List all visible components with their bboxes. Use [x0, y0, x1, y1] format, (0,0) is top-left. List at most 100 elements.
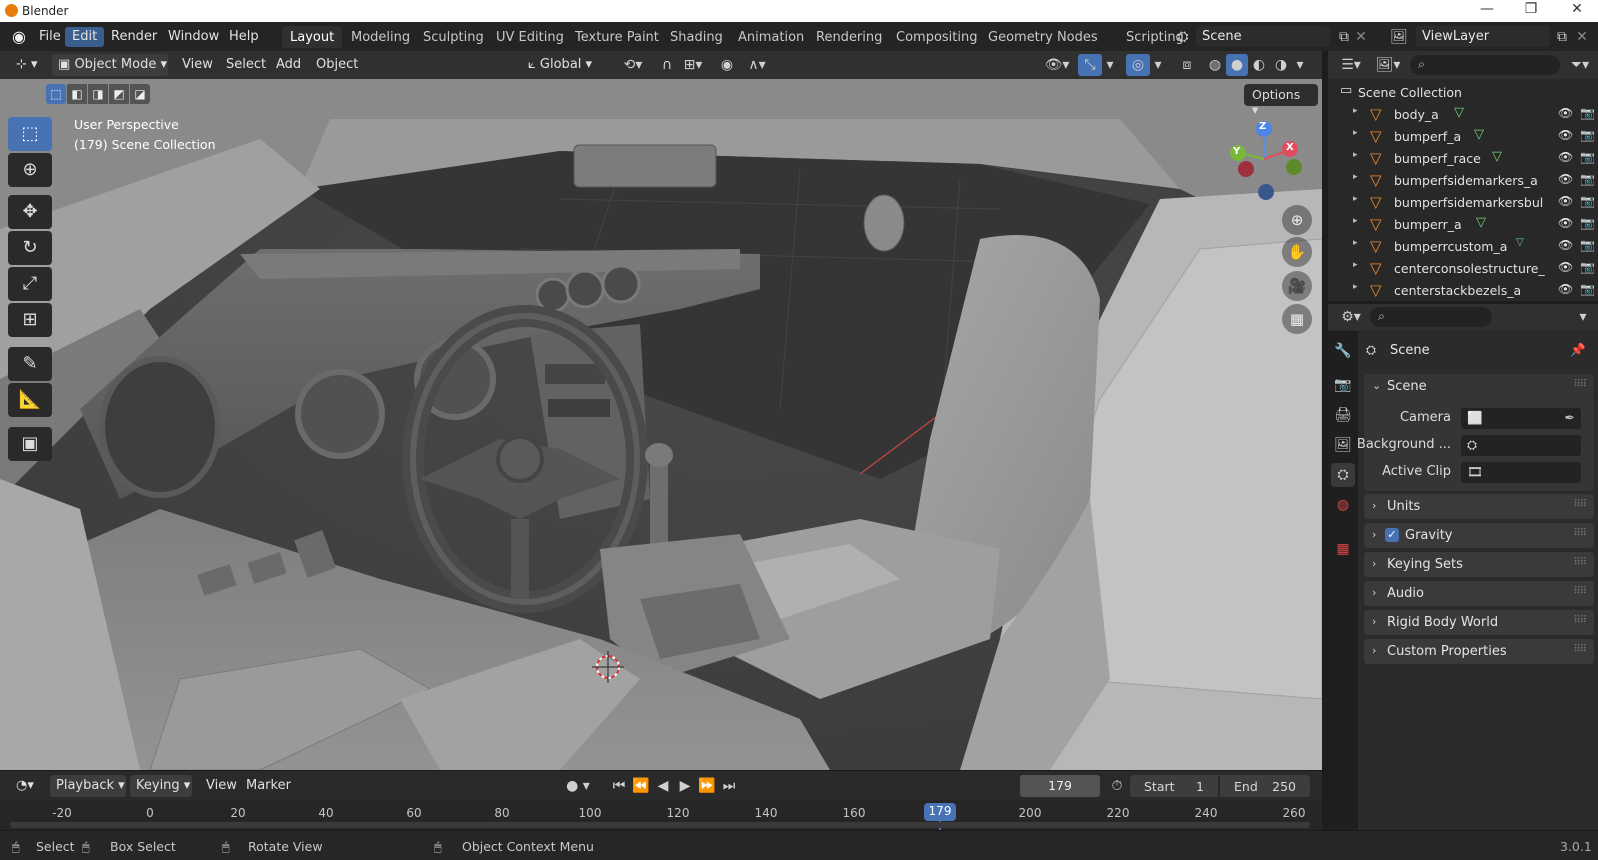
list-item[interactable]: ▸ ▽ body_a ▽ 👁 📷 — [1328, 103, 1598, 125]
eye-icon[interactable]: 👁 — [1558, 282, 1573, 296]
expand-arrow-icon[interactable]: ▸ — [1353, 106, 1358, 116]
camera-icon[interactable]: 📷 — [1580, 106, 1595, 120]
drag-grip-icon[interactable]: ⠿⠿ — [1573, 586, 1587, 597]
mesh-data-icon[interactable]: ▽ — [1492, 149, 1502, 164]
keying-sets-panel[interactable]: › Keying Sets ⠿⠿ — [1364, 552, 1594, 577]
new-scene-icon[interactable]: ⧉ — [1334, 26, 1354, 48]
select-new-icon[interactable]: ⬚ — [46, 84, 66, 104]
chevron-down-icon[interactable]: ▾ — [1102, 54, 1118, 76]
record-keyframe-icon[interactable]: ● ▾ — [560, 775, 596, 797]
jump-keyframe-back-icon[interactable]: ⏪ — [630, 775, 652, 797]
options-dropdown[interactable]: Options ▾ — [1244, 84, 1318, 117]
render-tab-icon[interactable]: 📷 — [1331, 373, 1355, 397]
drag-grip-icon[interactable]: ⠿⠿ — [1573, 644, 1587, 655]
mesh-data-icon[interactable]: ▽ — [1516, 237, 1524, 248]
drag-grip-icon[interactable]: ⠿⠿ — [1573, 615, 1587, 626]
select-extend-icon[interactable]: ◧ — [67, 84, 87, 104]
background-field[interactable]: ⛭ — [1461, 435, 1581, 456]
gravity-panel[interactable]: › ✓ Gravity ⠿⠿ — [1364, 523, 1594, 548]
visibility-icon[interactable]: 👁▾ — [1040, 54, 1074, 76]
xray-icon[interactable]: ⧈ — [1176, 54, 1198, 76]
list-item[interactable]: ▸ ▽ bumperfsidemarkersbul 👁 📷 — [1328, 191, 1598, 213]
menu-render[interactable]: Render — [104, 27, 164, 47]
play-icon[interactable]: ▶ — [674, 775, 696, 797]
chevron-down-icon[interactable]: ▾ — [1292, 54, 1308, 76]
view-layer-field[interactable]: ViewLayer — [1416, 26, 1550, 47]
eye-icon[interactable]: 👁 — [1558, 106, 1573, 120]
menu-view[interactable]: View — [176, 54, 219, 76]
play-reverse-icon[interactable]: ◀ — [652, 775, 674, 797]
end-frame-field[interactable]: End 250 — [1220, 775, 1310, 797]
gizmo-toggle-icon[interactable]: ⤡ — [1078, 54, 1102, 76]
expand-arrow-icon[interactable]: ▸ — [1353, 282, 1358, 292]
list-item[interactable]: ▸ ▽ bumperr_a ▽ 👁 📷 — [1328, 213, 1598, 235]
rotate-tool[interactable]: ↻ — [8, 231, 52, 265]
eyedropper-icon[interactable]: ✒ — [1565, 410, 1575, 425]
camera-icon[interactable]: 📷 — [1580, 238, 1595, 252]
wireframe-shading-icon[interactable]: ◍ — [1204, 54, 1226, 76]
close-button[interactable]: ✕ — [1562, 1, 1592, 21]
gravity-checkbox[interactable]: ✓ — [1385, 528, 1399, 542]
playhead[interactable]: 179 — [924, 803, 956, 821]
new-view-layer-icon[interactable]: ⧉ — [1552, 26, 1572, 48]
stopwatch-icon[interactable]: ⏱ — [1106, 775, 1128, 797]
camera-icon[interactable]: 📷 — [1580, 282, 1595, 296]
menu-file[interactable]: File — [32, 27, 68, 47]
timeline-ruler[interactable]: -20 0 20 40 60 80 100 120 140 160 200 22… — [0, 800, 1322, 830]
snap-icon[interactable]: ∩ — [656, 54, 678, 76]
scene-name-field[interactable]: Scene — [1196, 26, 1330, 47]
mesh-data-icon[interactable]: ▽ — [1474, 127, 1484, 142]
select-box-tool[interactable]: ⬚ — [8, 117, 52, 151]
timeline-scrollbar[interactable] — [10, 822, 1310, 828]
overlay-toggle-icon[interactable]: ◎ — [1126, 54, 1150, 76]
properties-editor-icon[interactable]: ⚙▾ — [1336, 306, 1366, 328]
tab-modeling[interactable]: Modeling — [343, 26, 418, 48]
cursor-tool[interactable]: ⊕ — [8, 153, 52, 187]
outliner-editor-icon[interactable]: ☰▾ — [1336, 54, 1366, 76]
tab-compositing[interactable]: Compositing — [888, 26, 986, 48]
keying-menu[interactable]: Keying ▾ — [130, 775, 192, 797]
solid-shading-icon[interactable]: ● — [1226, 54, 1248, 76]
playback-menu[interactable]: Playback ▾ — [50, 775, 126, 797]
active-clip-field[interactable]: 🎞 — [1461, 462, 1581, 483]
drag-grip-icon[interactable]: ⠿⠿ — [1573, 379, 1587, 390]
display-mode-icon[interactable]: 🖼▾ — [1372, 54, 1404, 76]
outliner-search-input[interactable]: ⌕ — [1410, 55, 1560, 75]
texture-tab-icon[interactable]: ▦ — [1331, 537, 1355, 561]
measure-tool[interactable]: 📐 — [8, 383, 52, 417]
annotate-tool[interactable]: ✎ — [8, 347, 52, 381]
tab-sculpting[interactable]: Sculpting — [415, 26, 492, 48]
tab-texture-paint[interactable]: Texture Paint — [567, 26, 667, 48]
proportional-edit-icon[interactable]: ◉ — [716, 54, 738, 76]
camera-icon[interactable]: 📷 — [1580, 260, 1595, 274]
zoom-icon[interactable]: ⊕ — [1282, 205, 1312, 235]
chevron-down-icon[interactable]: ▾ — [1574, 306, 1592, 328]
material-shading-icon[interactable]: ◐ — [1248, 54, 1270, 76]
falloff-icon[interactable]: ∧▾ — [742, 54, 772, 76]
camera-icon[interactable]: 📷 — [1580, 194, 1595, 208]
units-panel[interactable]: › Units ⠿⠿ — [1364, 494, 1594, 519]
list-item[interactable]: ▸ ▽ centerconsolestructure_ 👁 📷 — [1328, 257, 1598, 279]
world-tab-icon[interactable]: ◍ — [1331, 493, 1355, 517]
drag-grip-icon[interactable]: ⠿⠿ — [1573, 528, 1587, 539]
audio-panel[interactable]: › Audio ⠿⠿ — [1364, 581, 1594, 606]
chevron-down-icon[interactable]: ▾ — [1150, 54, 1166, 76]
add-cube-tool[interactable]: ▣ — [8, 427, 52, 461]
maximize-button[interactable]: ❐ — [1516, 1, 1546, 21]
tab-geometry-nodes[interactable]: Geometry Nodes — [980, 26, 1106, 48]
view-layer-icon[interactable]: 🖼 — [1384, 26, 1414, 48]
tool-tab-icon[interactable]: 🔧 — [1331, 339, 1355, 363]
menu-object[interactable]: Object — [310, 54, 364, 76]
orientation-select[interactable]: ⟀ Global ▾ — [522, 54, 612, 76]
drag-grip-icon[interactable]: ⠿⠿ — [1573, 499, 1587, 510]
select-subtract-icon[interactable]: ◨ — [88, 84, 108, 104]
snap-target-icon[interactable]: ⊞▾ — [678, 54, 708, 76]
marker-menu[interactable]: Marker — [240, 775, 297, 797]
scene-panel-header[interactable]: ⌄ Scene ⠿⠿ — [1364, 374, 1594, 399]
eye-icon[interactable]: 👁 — [1558, 260, 1573, 274]
outliner-root-row[interactable]: ▭ Scene Collection — [1328, 81, 1598, 103]
scale-tool[interactable]: ⤢ — [8, 267, 52, 301]
expand-arrow-icon[interactable]: ▸ — [1353, 216, 1358, 226]
perspective-grid-icon[interactable]: ▦ — [1282, 304, 1312, 334]
tab-layout[interactable]: Layout — [282, 26, 343, 48]
